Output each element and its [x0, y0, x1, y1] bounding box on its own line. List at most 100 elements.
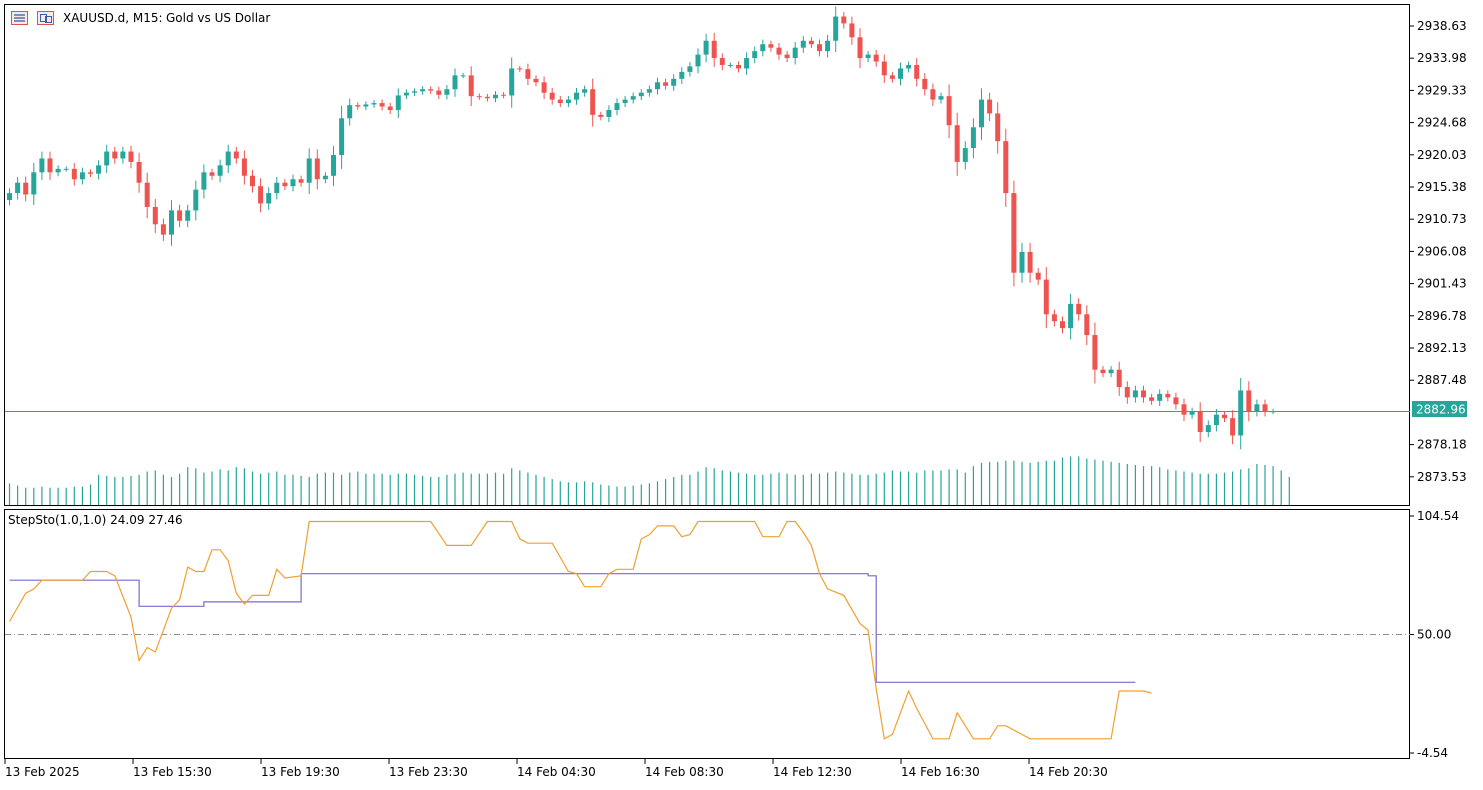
candle-body: [800, 40, 806, 48]
candle-body: [363, 104, 369, 107]
candle-body: [574, 92, 579, 100]
candle-body: [1011, 193, 1017, 273]
candle-body: [671, 78, 677, 86]
candle-body: [979, 99, 984, 128]
time-tick-label: 13 Feb 23:30: [389, 765, 468, 779]
candle-body: [331, 155, 336, 176]
candle-body: [565, 99, 571, 104]
candle-body: [898, 68, 903, 79]
candle-body: [509, 68, 515, 96]
candle-body: [954, 125, 960, 162]
price-tick-label: 2892.13: [1417, 341, 1467, 355]
candle-body: [290, 179, 296, 187]
candle-body: [1003, 141, 1009, 194]
candle-body: [403, 92, 409, 96]
candle-body: [1068, 303, 1074, 329]
candle-body: [1132, 390, 1138, 398]
candle-body: [314, 158, 320, 180]
candle-body: [1230, 418, 1236, 436]
candle-body: [31, 172, 37, 195]
candle-body: [250, 175, 255, 187]
candle-body: [541, 82, 547, 93]
candle-body: [420, 89, 426, 92]
candle-body: [1262, 404, 1268, 412]
candle-body: [663, 82, 669, 86]
candle-body: [760, 44, 766, 52]
candle-body: [484, 96, 490, 99]
candle-body: [881, 61, 887, 76]
candle-body: [719, 58, 725, 65]
candle-body: [120, 151, 126, 159]
chart-window-icon[interactable]: [11, 11, 28, 25]
candle-body: [160, 224, 166, 235]
candle-body: [395, 95, 401, 110]
price-tick-label: 2933.98: [1417, 51, 1467, 65]
candle-body: [1149, 397, 1155, 401]
candle-body: [233, 151, 239, 159]
chart-restore-icon[interactable]: [37, 11, 54, 25]
candle-body: [687, 66, 693, 72]
time-tick-label: 14 Feb 12:30: [773, 765, 852, 779]
candle-body: [606, 109, 612, 117]
candle-body: [306, 158, 312, 183]
candle-body: [995, 113, 1001, 142]
candle-body: [7, 193, 12, 201]
candle-body: [128, 151, 134, 162]
candle-body: [1181, 404, 1187, 415]
current-price-label: 2882.96: [1416, 403, 1466, 417]
candle-body: [946, 96, 952, 126]
candle-body: [695, 54, 701, 67]
candle-body: [444, 89, 450, 95]
time-tick-label: 14 Feb 04:30: [517, 765, 596, 779]
candle-body: [711, 40, 717, 59]
candle-body: [930, 89, 936, 100]
candle-body: [630, 96, 636, 100]
candle-body: [517, 68, 523, 70]
candle-body: [1084, 314, 1090, 336]
price-tick-label: 2878.18: [1417, 438, 1467, 452]
candle-body: [1254, 404, 1260, 412]
candle-body: [987, 99, 993, 114]
indicator-tick-label: 104.54: [1417, 509, 1459, 523]
candle-body: [590, 89, 596, 115]
candle-body: [655, 82, 660, 90]
candle-body: [752, 51, 758, 59]
candle-body: [849, 23, 855, 38]
candle-body: [347, 105, 353, 119]
candle-body: [177, 210, 183, 221]
chart-background: [0, 0, 1483, 786]
candle-body: [582, 89, 588, 93]
candle-body: [428, 89, 434, 91]
candle-body: [1019, 251, 1025, 273]
chart-canvas[interactable]: 2938.63 2933.98 2929.33 2924.68 2920.03 2915.…: [0, 0, 1483, 786]
candle-body: [339, 118, 345, 156]
current-price-tag: 2882.96: [1412, 401, 1467, 417]
candle-body: [1027, 251, 1033, 273]
candle-body: [63, 168, 69, 170]
indicator-tick-label: -4.54: [1417, 746, 1448, 760]
candle-body: [412, 91, 417, 93]
candle-body: [71, 168, 77, 180]
chart-window[interactable]: 2938.63 2933.98 2929.33 2924.68 2920.03 2915.…: [0, 0, 1483, 786]
candle-body: [15, 182, 21, 194]
candle-body: [298, 179, 304, 183]
candle-body: [679, 71, 685, 79]
candle-body: [1124, 386, 1130, 398]
price-tick-label: 2938.63: [1417, 19, 1467, 33]
candle-body: [873, 54, 879, 62]
candle-body: [646, 89, 652, 93]
candle-body: [355, 105, 361, 107]
price-tick-label: 2920.03: [1417, 148, 1467, 162]
time-tick-label: 14 Feb 20:30: [1029, 765, 1108, 779]
candle-body: [169, 210, 174, 235]
candle-body: [914, 64, 920, 79]
indicator-tick-label: 50.00: [1417, 628, 1451, 642]
candle-body: [112, 151, 118, 159]
chart-description: Gold vs US Dollar: [166, 11, 270, 25]
price-tick-label: 2924.68: [1417, 116, 1467, 130]
candle-body: [841, 16, 847, 24]
chart-header: XAUUSD.d, M15: Gold vs US Dollar: [11, 11, 270, 25]
candle-body: [970, 127, 976, 149]
chart-symbol: XAUUSD.d, M15:: [63, 11, 163, 25]
candle-body: [152, 206, 158, 225]
